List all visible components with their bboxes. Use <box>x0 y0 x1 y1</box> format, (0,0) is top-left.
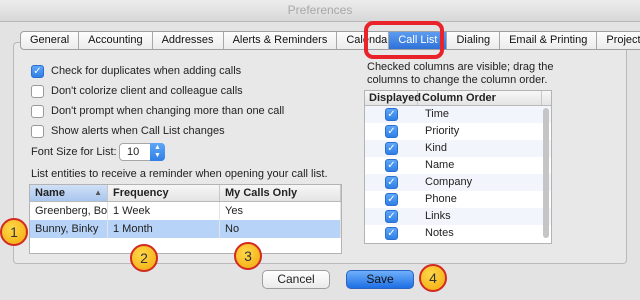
reminder-table-header: Name ▲ Frequency My Calls Only <box>30 185 341 202</box>
list-item[interactable]: ✓ Priority <box>365 123 551 140</box>
list-item[interactable]: ✓ Time <box>365 106 551 123</box>
checkbox-checked-icon[interactable]: ✓ <box>385 193 398 206</box>
cell-name: Bunny, Binky <box>30 220 108 238</box>
column-header-column-order: Column Order <box>418 91 542 105</box>
column-header-frequency[interactable]: Frequency <box>108 185 220 201</box>
checkbox-unchecked-icon[interactable] <box>31 124 44 138</box>
stepper-arrows-icon[interactable]: ▲ ▼ <box>150 143 165 161</box>
option-label: Show alerts when Call List changes <box>51 125 225 137</box>
callout-marker-2: 2 <box>130 244 158 272</box>
vertical-scrollbar[interactable] <box>543 108 549 238</box>
column-order-header: Displayed Column Order <box>365 91 551 106</box>
checkbox-checked-icon[interactable]: ✓ <box>385 176 398 189</box>
sort-ascending-icon: ▲ <box>94 188 102 197</box>
option-show-alerts[interactable]: Show alerts when Call List changes <box>31 123 225 139</box>
list-item[interactable]: ✓ Name <box>365 157 551 174</box>
cell-frequency[interactable]: 1 Month <box>108 220 220 238</box>
column-order-table: Displayed Column Order ✓ Time ✓ Priority ✓… <box>364 90 552 244</box>
list-item[interactable]: ✓ Phone <box>365 191 551 208</box>
window-title: Preferences <box>0 0 640 22</box>
call-list-tab-highlight <box>364 21 444 59</box>
cell-name: Greenberg, Bobby <box>30 202 108 220</box>
tab-dialing[interactable]: Dialing <box>447 32 501 49</box>
checkbox-checked-icon[interactable]: ✓ <box>385 210 398 223</box>
checkbox-checked-icon[interactable]: ✓ <box>385 159 398 172</box>
tab-bar: General Accounting Addresses Alerts & Re… <box>20 31 640 50</box>
option-label: Don't colorize client and colleague call… <box>51 85 243 97</box>
column-header-my-calls-only[interactable]: My Calls Only <box>220 185 341 201</box>
checkbox-checked-icon[interactable]: ✓ <box>385 108 398 121</box>
tab-email-printing[interactable]: Email & Printing <box>500 32 598 49</box>
callout-marker-4: 4 <box>419 264 447 292</box>
option-check-duplicates[interactable]: ✓ Check for duplicates when adding calls <box>31 63 241 79</box>
checkbox-checked-icon[interactable]: ✓ <box>385 142 398 155</box>
reminder-table: Name ▲ Frequency My Calls Only Greenberg… <box>29 184 342 254</box>
list-item[interactable]: ✓ Links <box>365 208 551 225</box>
tab-projects[interactable]: Projects <box>597 32 640 49</box>
checkbox-unchecked-icon[interactable] <box>31 84 44 98</box>
option-dont-colorize[interactable]: Don't colorize client and colleague call… <box>31 83 243 99</box>
cell-frequency[interactable]: 1 Week <box>108 202 220 220</box>
save-button[interactable]: Save <box>346 270 414 289</box>
tab-accounting[interactable]: Accounting <box>79 32 153 49</box>
column-header-name[interactable]: Name ▲ <box>30 185 108 201</box>
font-size-select[interactable]: 10 ▲ ▼ <box>119 143 165 161</box>
checkbox-checked-icon[interactable]: ✓ <box>385 125 398 138</box>
font-size-label: Font Size for List: <box>31 146 117 158</box>
list-item[interactable]: ✓ Kind <box>365 140 551 157</box>
table-row[interactable]: Greenberg, Bobby 1 Week Yes <box>30 202 341 220</box>
columns-caption: Checked columns are visible; drag the co… <box>367 61 554 86</box>
checkbox-checked-icon[interactable]: ✓ <box>31 64 44 78</box>
list-item[interactable]: ✓ Notes <box>365 225 551 242</box>
tab-addresses[interactable]: Addresses <box>153 32 224 49</box>
checkbox-unchecked-icon[interactable] <box>31 104 44 118</box>
option-label: Check for duplicates when adding calls <box>51 65 242 77</box>
callout-marker-1: 1 <box>0 218 28 246</box>
column-header-displayed: Displayed <box>365 91 421 105</box>
option-dont-prompt[interactable]: Don't prompt when changing more than one… <box>31 103 284 119</box>
tab-general[interactable]: General <box>21 32 80 49</box>
option-label: Don't prompt when changing more than one… <box>51 105 285 117</box>
cell-my-calls-only[interactable]: No <box>220 220 341 238</box>
list-item[interactable]: ✓ Company <box>365 174 551 191</box>
cell-my-calls-only[interactable]: Yes <box>220 202 341 220</box>
checkbox-checked-icon[interactable]: ✓ <box>385 227 398 240</box>
reminder-list-caption: List entities to receive a reminder when… <box>31 168 328 180</box>
tab-alerts-reminders[interactable]: Alerts & Reminders <box>224 32 338 49</box>
cancel-button[interactable]: Cancel <box>262 270 330 289</box>
callout-marker-3: 3 <box>234 242 262 270</box>
font-size-value: 10 <box>127 146 140 158</box>
table-row-selected[interactable]: Bunny, Binky 1 Month No <box>30 220 341 238</box>
